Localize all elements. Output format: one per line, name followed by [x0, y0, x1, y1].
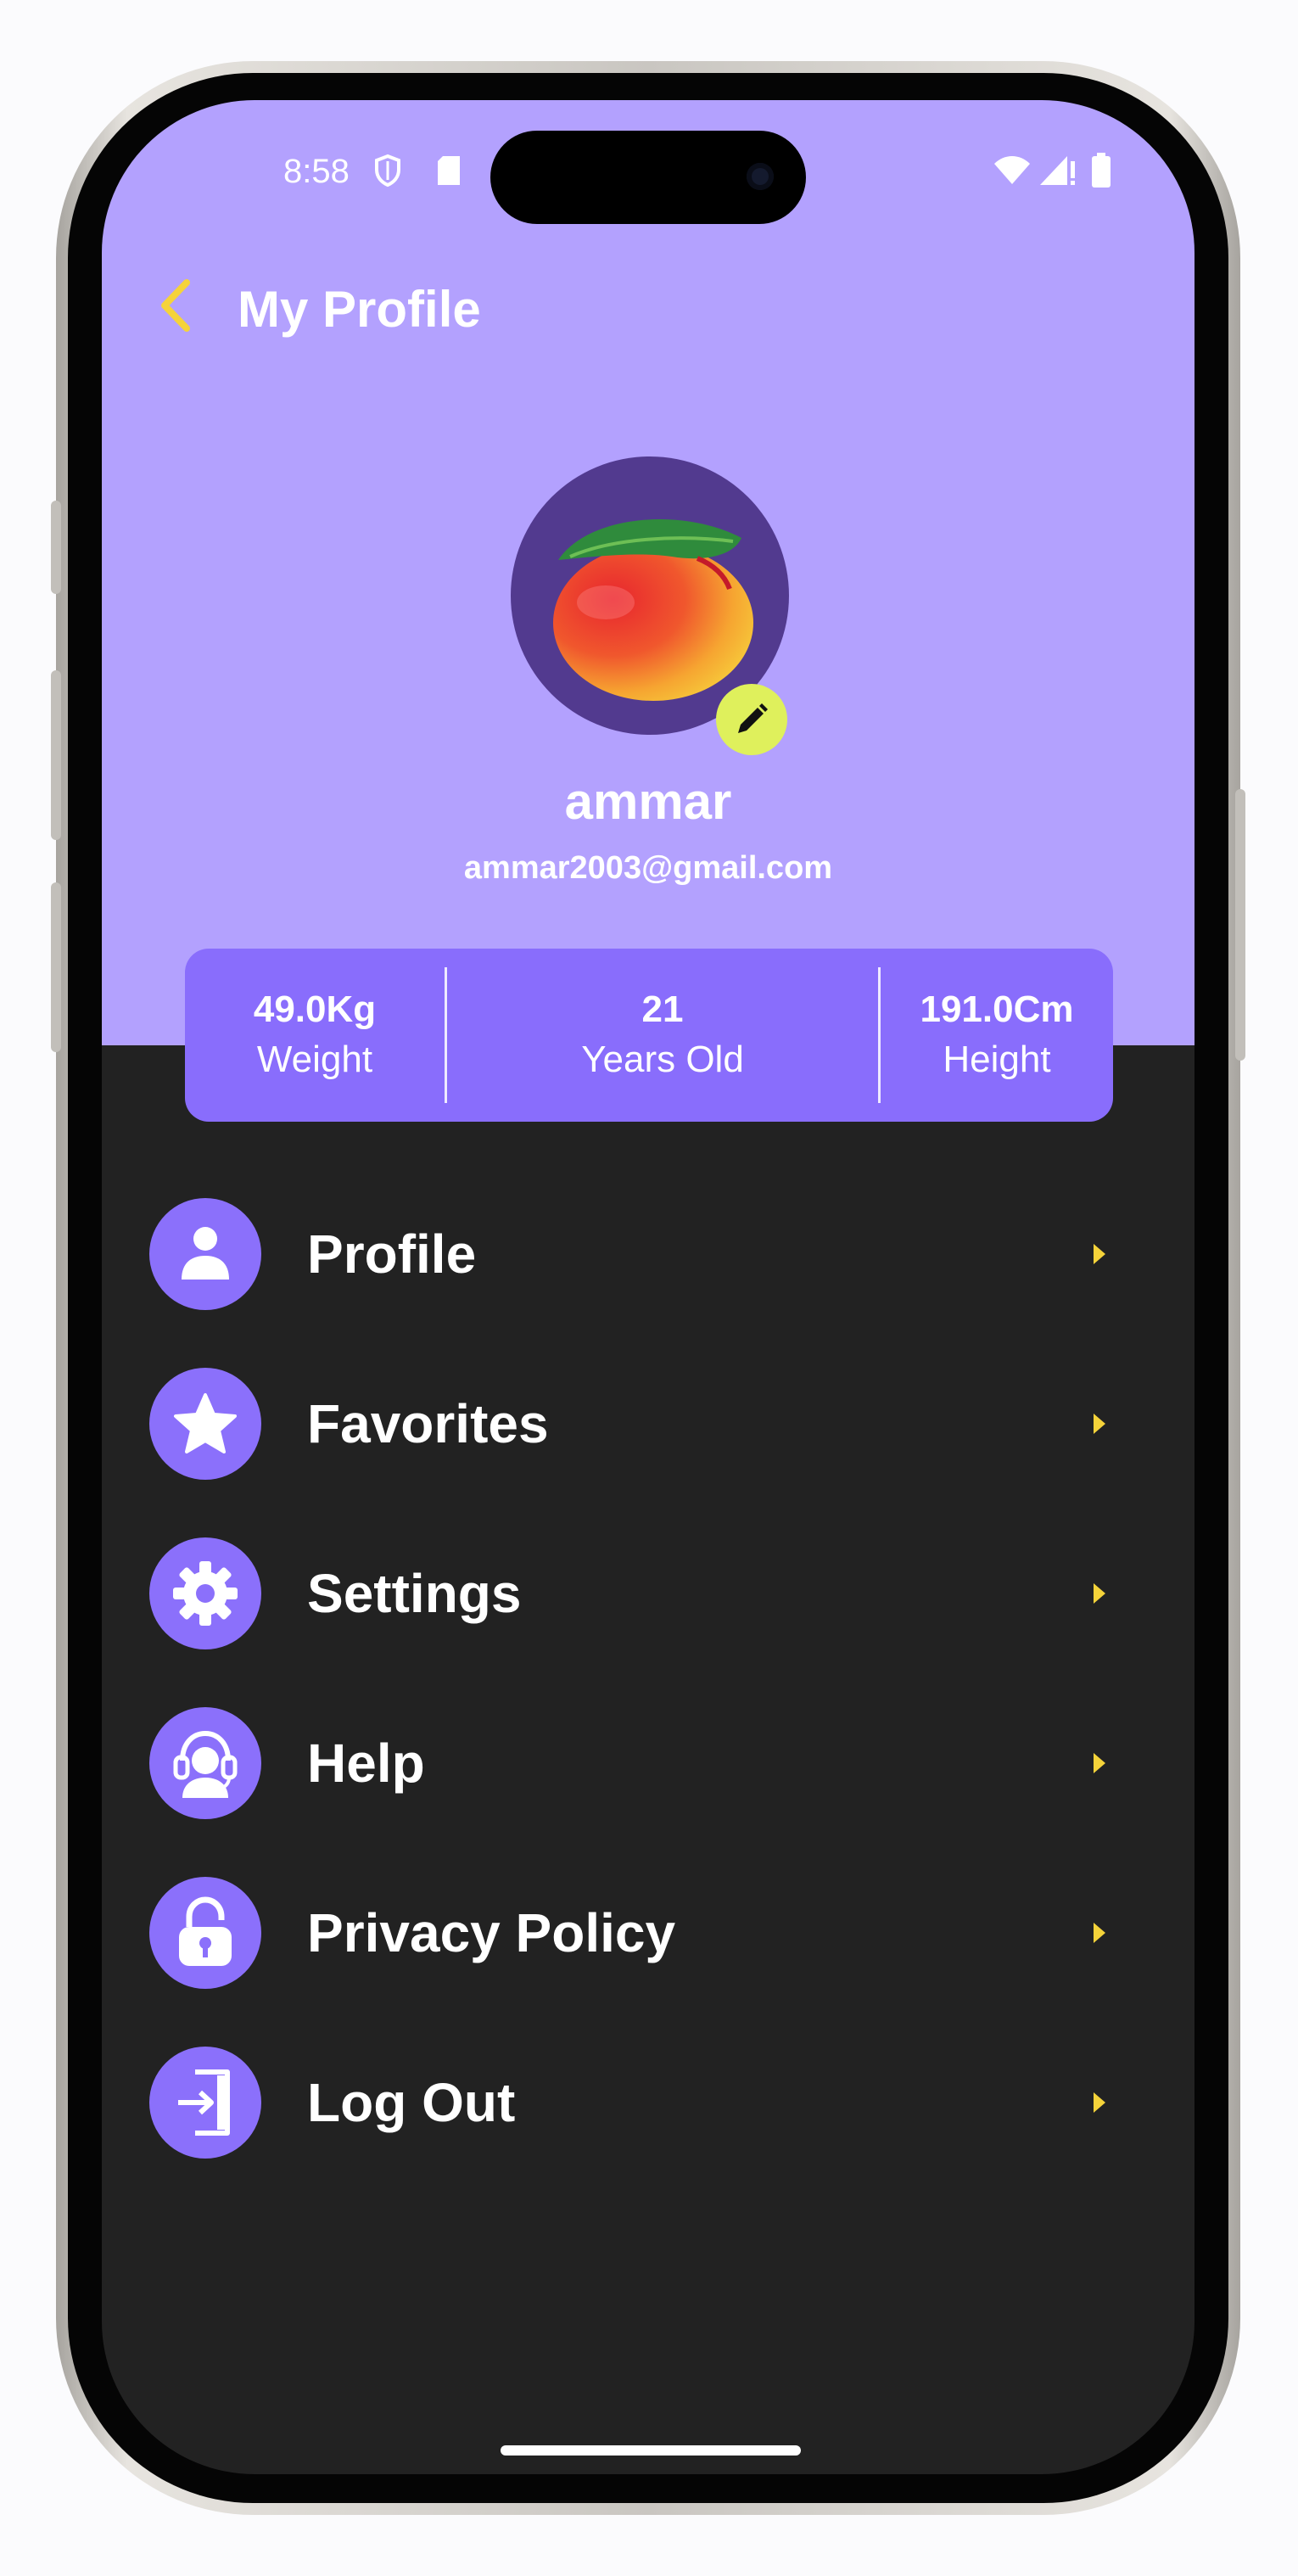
menu-item-help[interactable]: Help: [149, 1707, 1116, 1819]
home-indicator[interactable]: [501, 2445, 801, 2456]
menu-item-label: Privacy Policy: [307, 1902, 676, 1963]
lock-icon: [149, 1877, 261, 1989]
chevron-right-icon: [1083, 1916, 1116, 1950]
shield-icon: [373, 153, 402, 188]
pencil-icon: [738, 703, 768, 733]
volume-down-button: [51, 882, 61, 1052]
logout-icon: [149, 2047, 261, 2159]
stat-value: 191.0Cm: [920, 988, 1074, 1030]
stat-label: Height: [943, 1039, 1051, 1080]
stats-card: 49.0Kg Weight 21 Years Old 191.0Cm Heigh…: [185, 949, 1113, 1122]
menu-item-label: Settings: [307, 1563, 522, 1624]
sd-card-icon: [436, 153, 462, 188]
chevron-right-icon: [1083, 1576, 1116, 1610]
profile-email: ammar2003@gmail.com: [463, 850, 833, 886]
profile-name: ammar: [564, 773, 732, 830]
chevron-right-icon: [1083, 1407, 1116, 1441]
app-screen: 8:58 My Profile ammar ammar2003@gmail.co…: [102, 100, 1194, 2474]
chevron-left-icon: [161, 279, 190, 332]
gear-icon: [149, 1537, 261, 1649]
back-button[interactable]: [151, 275, 199, 336]
star-icon: [149, 1368, 261, 1480]
front-camera: [747, 163, 774, 190]
person-icon: [149, 1198, 261, 1310]
action-button: [51, 501, 61, 594]
headset-icon: [149, 1707, 261, 1819]
stat-value: 49.0Kg: [253, 988, 377, 1030]
menu-item-favorites[interactable]: Favorites: [149, 1368, 1116, 1480]
menu-item-label: Profile: [307, 1224, 477, 1285]
battery-icon: [1091, 153, 1111, 188]
menu-item-settings[interactable]: Settings: [149, 1537, 1116, 1649]
signal-icon: [1038, 153, 1077, 188]
page-title: My Profile: [238, 281, 481, 338]
chevron-right-icon: [1083, 1237, 1116, 1271]
chevron-right-icon: [1083, 2086, 1116, 2120]
stat-weight: 49.0Kg Weight: [185, 949, 445, 1122]
menu-item-label: Favorites: [307, 1393, 549, 1454]
menu-item-privacy-policy[interactable]: Privacy Policy: [149, 1877, 1116, 1989]
stat-label: Years Old: [581, 1039, 744, 1080]
menu-item-label: Log Out: [307, 2072, 516, 2133]
stat-height: 191.0Cm Height: [881, 949, 1113, 1122]
stat-label: Weight: [256, 1039, 373, 1080]
stat-age: 21 Years Old: [447, 949, 878, 1122]
power-button: [1235, 789, 1245, 1061]
wifi-icon: [993, 153, 1032, 188]
stat-value: 21: [641, 988, 684, 1030]
chevron-right-icon: [1083, 1746, 1116, 1780]
dynamic-island: [490, 131, 806, 224]
volume-up-button: [51, 670, 61, 840]
menu-item-profile[interactable]: Profile: [149, 1198, 1116, 1310]
status-time: 8:58: [283, 153, 350, 190]
menu-item-label: Help: [307, 1733, 425, 1794]
edit-avatar-button[interactable]: [716, 684, 787, 755]
menu-item-log-out[interactable]: Log Out: [149, 2047, 1116, 2159]
